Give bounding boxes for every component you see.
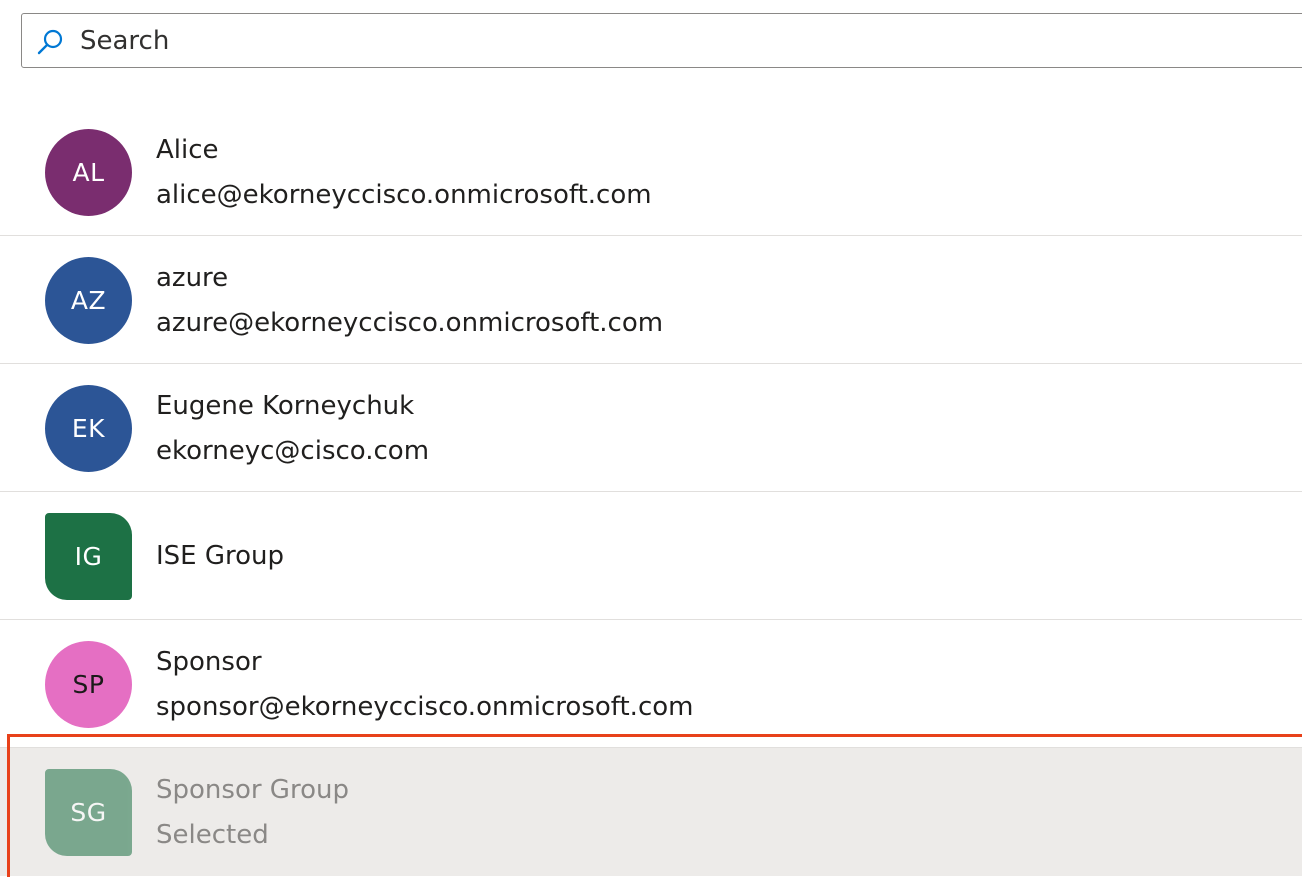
search-input[interactable]: [80, 14, 1280, 67]
list-item-azure[interactable]: AZ azure azure@ekorneyccisco.onmicrosoft…: [0, 236, 1302, 364]
item-email: sponsor@ekorneyccisco.onmicrosoft.com: [156, 692, 694, 722]
item-email: alice@ekorneyccisco.onmicrosoft.com: [156, 180, 652, 210]
group-avatar: IG: [45, 513, 132, 600]
item-name: Eugene Korneychuk: [156, 391, 415, 421]
list-item-sponsor-group[interactable]: SG Sponsor Group Selected: [0, 748, 1302, 876]
item-name: ISE Group: [156, 541, 285, 571]
people-list: AL Alice alice@ekorneyccisco.onmicrosoft…: [0, 108, 1302, 876]
item-name: Sponsor Group: [156, 775, 349, 805]
item-name: Sponsor: [156, 647, 262, 677]
search-icon: [35, 27, 65, 57]
avatar: AZ: [45, 257, 132, 344]
list-item-sponsor[interactable]: SP Sponsor sponsor@ekorneyccisco.onmicro…: [0, 620, 1302, 748]
item-email: azure@ekorneyccisco.onmicrosoft.com: [156, 308, 664, 338]
avatar: AL: [45, 129, 132, 216]
list-item-eugene-korneychuk[interactable]: EK Eugene Korneychuk ekorneyc@cisco.com: [0, 364, 1302, 492]
avatar: EK: [45, 385, 132, 472]
group-avatar: SG: [45, 769, 132, 856]
item-email: ekorneyc@cisco.com: [156, 436, 430, 466]
avatar: SP: [45, 641, 132, 728]
people-picker: AL Alice alice@ekorneyccisco.onmicrosoft…: [0, 0, 1302, 877]
item-name: Alice: [156, 135, 219, 165]
search-box[interactable]: [21, 13, 1302, 68]
list-item-alice[interactable]: AL Alice alice@ekorneyccisco.onmicrosoft…: [0, 108, 1302, 236]
selected-status: Selected: [156, 820, 269, 850]
item-name: azure: [156, 263, 229, 293]
list-item-ise-group[interactable]: IG ISE Group: [0, 492, 1302, 620]
